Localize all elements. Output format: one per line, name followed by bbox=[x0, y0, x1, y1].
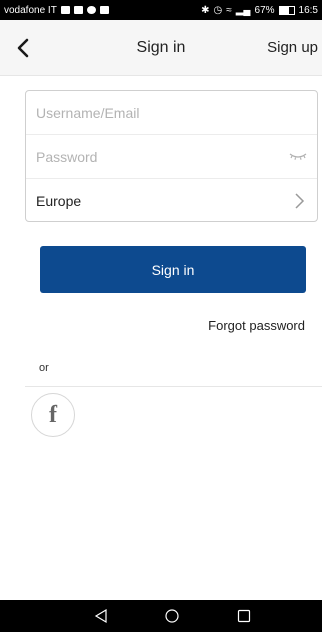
username-row bbox=[26, 91, 317, 135]
clock: 16:5 bbox=[298, 4, 318, 16]
facebook-icon: f bbox=[49, 402, 57, 428]
region-selector[interactable]: Europe bbox=[26, 179, 317, 223]
status-left: vodafone IT bbox=[4, 5, 109, 16]
sign-in-form: Europe bbox=[25, 90, 318, 222]
alarm-icon: ◷ bbox=[213, 4, 223, 16]
facebook-login-button[interactable]: f bbox=[31, 393, 75, 437]
status-right: ✱ ◷ ≈ ▂▄ 67% 16:5 bbox=[201, 5, 318, 16]
sign-in-button[interactable]: Sign in bbox=[40, 246, 306, 293]
facebook-icon bbox=[99, 6, 109, 14]
battery-icon bbox=[278, 5, 295, 15]
region-value: Europe bbox=[36, 193, 82, 209]
recent-square-icon[interactable] bbox=[236, 608, 252, 624]
home-circle-icon[interactable] bbox=[164, 608, 180, 624]
or-label: or bbox=[39, 362, 49, 374]
settings-icon bbox=[86, 6, 96, 14]
back-triangle-icon[interactable] bbox=[93, 608, 109, 624]
battery-percent: 67% bbox=[254, 4, 275, 16]
image-icon bbox=[60, 6, 70, 14]
bluetooth-icon: ✱ bbox=[201, 4, 210, 16]
divider bbox=[25, 386, 322, 387]
carrier-label: vodafone IT bbox=[4, 4, 57, 16]
eye-closed-icon[interactable] bbox=[289, 149, 307, 163]
sign-up-link[interactable]: Sign up bbox=[267, 39, 318, 56]
username-input[interactable] bbox=[36, 104, 307, 121]
chevron-right-icon bbox=[295, 193, 305, 209]
mail-icon bbox=[73, 6, 83, 14]
system-nav-bar bbox=[0, 600, 322, 632]
forgot-password-link[interactable]: Forgot password bbox=[208, 318, 305, 333]
status-bar: vodafone IT ✱ ◷ ≈ ▂▄ 67% 16:5 bbox=[0, 0, 322, 20]
wifi-icon: ≈ bbox=[226, 4, 232, 16]
signal-icon: ▂▄ bbox=[235, 4, 251, 16]
password-input[interactable] bbox=[36, 148, 307, 165]
password-row bbox=[26, 135, 317, 179]
app-header: Sign in Sign up bbox=[0, 20, 322, 76]
